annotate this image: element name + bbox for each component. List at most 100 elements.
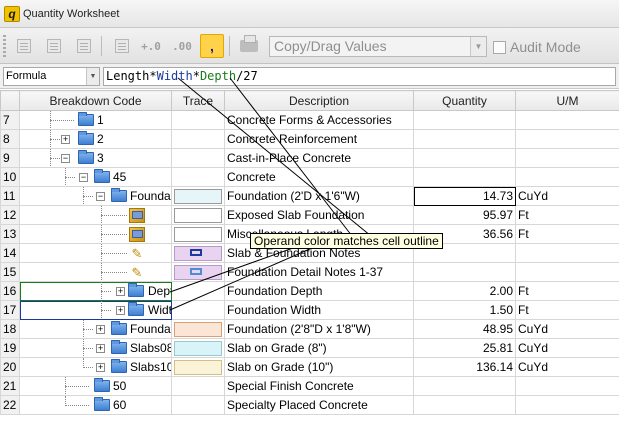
row-number[interactable]: 22 [0, 395, 20, 415]
column-header-description[interactable]: Description [224, 90, 414, 111]
expand-plus-icon[interactable]: + [96, 344, 105, 353]
paste-special-icon[interactable] [110, 34, 134, 58]
description-cell[interactable]: Foundation Depth [224, 281, 414, 301]
row-number[interactable]: 21 [0, 376, 20, 396]
description-cell[interactable]: Concrete [224, 167, 414, 187]
breakdown-code-cell[interactable]: 50 [19, 376, 172, 396]
insert-row-icon[interactable] [12, 34, 36, 58]
breakdown-code-cell[interactable]: − Foundatio [19, 186, 172, 206]
trace-cell[interactable] [171, 129, 225, 149]
column-header-quantity[interactable]: Quantity [413, 90, 516, 111]
row-number[interactable]: 17 [0, 300, 20, 320]
quantity-cell[interactable]: 2.00 [413, 281, 516, 301]
um-cell[interactable] [515, 129, 619, 149]
quantity-cell[interactable]: 1.50 [413, 300, 516, 320]
description-cell[interactable]: Foundation Width [224, 300, 414, 320]
trace-cell[interactable] [171, 167, 225, 187]
trace-cell[interactable] [171, 319, 225, 339]
breakdown-code-cell[interactable]: + Slabs08 [19, 338, 172, 358]
formula-type-select[interactable]: Formula ▼ [3, 67, 100, 86]
trace-cell[interactable] [171, 205, 225, 225]
description-cell[interactable]: Exposed Slab Foundation [224, 205, 414, 225]
breakdown-code-cell[interactable]: ✎ [19, 262, 172, 282]
breakdown-code-cell[interactable]: − 3 [19, 148, 172, 168]
um-cell[interactable]: Ft [515, 281, 619, 301]
expand-plus-icon[interactable]: + [96, 363, 105, 372]
um-cell[interactable] [515, 167, 619, 187]
um-cell[interactable]: CuYd [515, 319, 619, 339]
um-cell[interactable] [515, 395, 619, 415]
comma-style-button[interactable]: , [200, 34, 224, 58]
quantity-cell[interactable]: 136.14 [413, 357, 516, 377]
quantity-cell[interactable] [413, 167, 516, 187]
row-number[interactable]: 18 [0, 319, 20, 339]
description-cell[interactable]: Slab on Grade (10") [224, 357, 414, 377]
quantity-cell[interactable] [413, 376, 516, 396]
row-number[interactable]: 13 [0, 224, 20, 244]
row-number[interactable]: 10 [0, 167, 20, 187]
description-cell[interactable]: Foundation Detail Notes 1-37 [224, 262, 414, 282]
breakdown-code-cell[interactable]: + 2 [19, 129, 172, 149]
trace-cell[interactable] [171, 357, 225, 377]
table-row[interactable]: 16 + Depth Foundation Depth 2.00 Ft [0, 281, 619, 301]
breakdown-code-cell[interactable]: ✎ [19, 243, 172, 263]
description-cell[interactable]: Concrete Forms & Accessories [224, 110, 414, 130]
chevron-down-icon[interactable]: ▼ [86, 68, 99, 85]
table-row[interactable]: 8 + 2 Concrete Reinforcement [0, 129, 619, 149]
row-number[interactable]: 7 [0, 110, 20, 130]
quantity-cell[interactable] [413, 129, 516, 149]
table-row[interactable]: 9 − 3 Cast-in-Place Concrete [0, 148, 619, 168]
um-cell[interactable]: Ft [515, 300, 619, 320]
breakdown-code-cell[interactable] [19, 224, 172, 244]
table-row[interactable]: 12 Exposed Slab Foundation 95.97 Ft [0, 205, 619, 225]
trace-cell[interactable] [171, 376, 225, 396]
row-number[interactable]: 11 [0, 186, 20, 206]
collapse-minus-icon[interactable]: − [96, 192, 105, 201]
column-header-um[interactable]: U/M [515, 90, 619, 111]
um-cell[interactable]: CuYd [515, 357, 619, 377]
column-header-trace[interactable]: Trace [171, 90, 225, 111]
row-number[interactable]: 20 [0, 357, 20, 377]
print-icon[interactable] [237, 34, 261, 58]
trace-cell[interactable] [171, 186, 225, 206]
breakdown-code-cell[interactable]: − 45 [19, 167, 172, 187]
expand-plus-icon[interactable]: + [61, 135, 70, 144]
um-cell[interactable]: Ft [515, 224, 619, 244]
description-cell[interactable]: Concrete Reinforcement [224, 129, 414, 149]
delete-row-icon[interactable] [72, 34, 96, 58]
table-row[interactable]: 7 1 Concrete Forms & Accessories [0, 110, 619, 130]
table-row[interactable]: 20 + Slabs10 Slab on Grade (10") 136.14 … [0, 357, 619, 377]
table-row[interactable]: 10 − 45 Concrete [0, 167, 619, 187]
description-cell[interactable]: Special Finish Concrete [224, 376, 414, 396]
trace-cell[interactable] [171, 224, 225, 244]
quantity-cell-selected[interactable]: 14.73 [413, 186, 516, 206]
breakdown-code-cell[interactable] [19, 205, 172, 225]
row-number[interactable]: 15 [0, 262, 20, 282]
breakdown-code-cell[interactable]: + Slabs10 [19, 357, 172, 377]
description-cell[interactable]: Specialty Placed Concrete [224, 395, 414, 415]
quantity-cell[interactable] [413, 395, 516, 415]
insert-copy-icon[interactable] [42, 34, 66, 58]
table-row[interactable]: 15 ✎ Foundation Detail Notes 1-37 [0, 262, 619, 282]
table-row[interactable]: 17 + Width Foundation Width 1.50 Ft [0, 300, 619, 320]
row-number[interactable]: 16 [0, 281, 20, 301]
row-number[interactable]: 19 [0, 338, 20, 358]
collapse-minus-icon[interactable]: − [61, 154, 70, 163]
breakdown-code-cell[interactable]: 60 [19, 395, 172, 415]
um-cell[interactable] [515, 148, 619, 168]
um-cell[interactable] [515, 376, 619, 396]
um-cell[interactable] [515, 262, 619, 282]
trace-cell[interactable] [171, 243, 225, 263]
expand-plus-icon[interactable]: + [116, 287, 125, 296]
quantity-cell[interactable] [413, 262, 516, 282]
audit-mode-checkbox[interactable] [493, 40, 506, 54]
trace-cell[interactable] [171, 300, 225, 320]
table-row[interactable]: 19 + Slabs08 Slab on Grade (8") 25.81 Cu… [0, 338, 619, 358]
breakdown-code-cell-width[interactable]: + Width [19, 300, 172, 320]
description-cell[interactable]: Foundation (2'8"D x 1'8"W) [224, 319, 414, 339]
increase-decimal-icon[interactable]: +.0 [139, 34, 163, 58]
audit-mode-toggle[interactable]: Audit Mode [493, 39, 581, 55]
toolbar-grip[interactable] [3, 35, 6, 57]
um-cell[interactable] [515, 243, 619, 263]
trace-cell[interactable] [171, 110, 225, 130]
